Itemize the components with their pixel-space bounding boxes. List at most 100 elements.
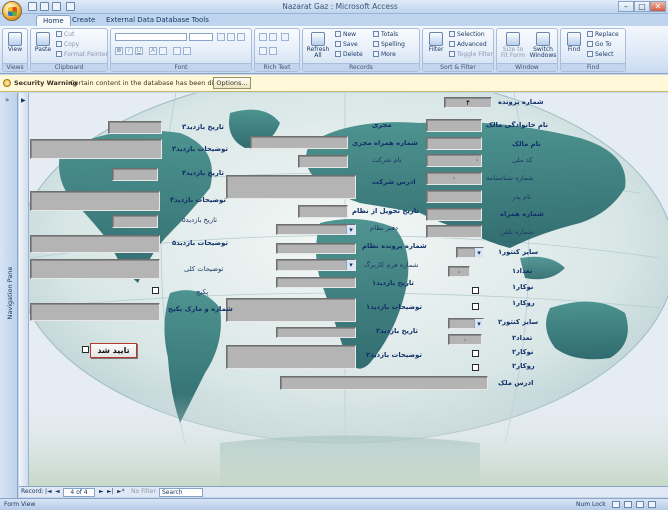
view-button[interactable]: View: [4, 32, 26, 53]
visit3-desc-field[interactable]: [30, 139, 162, 159]
rokar1-checkbox[interactable]: [472, 303, 479, 310]
visit2-date-field[interactable]: [276, 327, 356, 338]
options-button[interactable]: Options...: [213, 77, 251, 89]
more-button[interactable]: More: [373, 51, 396, 59]
maximize-button[interactable]: □: [634, 1, 650, 12]
navigation-pane[interactable]: » Navigation Pane: [0, 93, 18, 498]
executor-mobile-field[interactable]: [250, 136, 348, 149]
form-view-icon[interactable]: [612, 501, 620, 508]
company-name-field[interactable]: [298, 155, 348, 168]
kupler1-checkbox[interactable]: [472, 287, 479, 294]
ltr-icon[interactable]: [259, 47, 267, 55]
format-painter-button[interactable]: Format Painter: [56, 51, 108, 59]
refresh-all-button[interactable]: Refresh All: [305, 32, 331, 59]
spelling-button[interactable]: Spelling: [373, 41, 405, 49]
delete-record-button[interactable]: Delete: [335, 51, 363, 59]
system-file-field[interactable]: [276, 243, 356, 254]
save-icon[interactable]: [28, 2, 37, 11]
count2-field[interactable]: ۰: [448, 334, 482, 345]
case-number-field[interactable]: ۴: [444, 97, 492, 108]
kupler2-checkbox[interactable]: [472, 350, 479, 357]
font-size-box[interactable]: [189, 33, 213, 41]
bold-icon[interactable]: B: [115, 47, 123, 55]
undo-icon[interactable]: [40, 2, 49, 11]
size-to-fit-button[interactable]: Size to Fit Form: [499, 32, 527, 59]
current-record-field[interactable]: 4 of 4: [63, 488, 95, 497]
new-record-nav-button[interactable]: ►*: [117, 487, 125, 497]
visit3-date-field[interactable]: [108, 121, 162, 134]
visit5-desc-field[interactable]: [30, 235, 160, 253]
confirm-checkbox[interactable]: [82, 346, 89, 353]
count1-field[interactable]: ۰: [448, 266, 470, 277]
copy-button[interactable]: Copy: [56, 41, 79, 49]
customize-qat-icon[interactable]: [66, 2, 75, 11]
new-record-button[interactable]: New: [335, 31, 356, 39]
national-code-field[interactable]: ۰: [426, 154, 482, 167]
find-button[interactable]: Find: [563, 32, 585, 53]
goto-button[interactable]: Go To: [587, 41, 612, 49]
system-office-combo[interactable]: [276, 224, 356, 235]
selection-button[interactable]: Selection: [449, 31, 485, 39]
record-selector[interactable]: ▶: [19, 93, 29, 486]
save-record-button[interactable]: Save: [335, 41, 358, 49]
rokar2-checkbox[interactable]: [472, 364, 479, 371]
numbering-icon[interactable]: [269, 33, 277, 41]
visit1-date-field[interactable]: [276, 277, 356, 288]
design-view-icon[interactable]: [648, 501, 656, 508]
id-number-field[interactable]: ۰: [426, 172, 482, 185]
indent-icon[interactable]: [281, 33, 289, 41]
underline-icon[interactable]: U: [135, 47, 143, 55]
office-button[interactable]: [2, 1, 22, 21]
owner-name-field[interactable]: [426, 137, 482, 150]
align-left-icon[interactable]: [217, 33, 225, 41]
mobile-field[interactable]: [426, 208, 482, 221]
first-record-button[interactable]: |◄: [45, 487, 52, 497]
phone-field[interactable]: [426, 225, 482, 238]
filter-button[interactable]: Filter: [425, 32, 447, 53]
redo-icon[interactable]: [52, 2, 61, 11]
italic-icon[interactable]: I: [125, 47, 133, 55]
replace-button[interactable]: Replace: [587, 31, 619, 39]
prev-record-button[interactable]: ◄: [55, 487, 60, 497]
visit4-date-field[interactable]: [112, 168, 158, 181]
close-button[interactable]: ✕: [650, 1, 666, 12]
alternate-fill-icon[interactable]: [183, 47, 191, 55]
datasheet-view-icon[interactable]: [624, 501, 632, 508]
expand-nav-icon[interactable]: »: [5, 96, 9, 104]
next-record-button[interactable]: ►: [99, 487, 104, 497]
meter-size2-combo[interactable]: [448, 318, 484, 329]
minimize-button[interactable]: –: [618, 1, 634, 12]
delivery-date-field[interactable]: [298, 205, 348, 218]
visit4-desc-field[interactable]: [30, 191, 160, 211]
meter-size1-combo[interactable]: [456, 247, 484, 258]
tab-create[interactable]: Create: [66, 15, 101, 26]
tab-database-tools[interactable]: Database Tools: [150, 15, 215, 26]
gridlines-icon[interactable]: [173, 47, 181, 55]
align-center-icon[interactable]: [227, 33, 235, 41]
font-name-box[interactable]: [115, 33, 187, 41]
toggle-filter-button[interactable]: Toggle Filter: [449, 51, 493, 59]
father-name-field[interactable]: [426, 190, 482, 203]
confirm-button[interactable]: تایید شد: [90, 343, 137, 358]
work-order-combo[interactable]: [276, 259, 356, 271]
font-color-icon[interactable]: A: [149, 47, 157, 55]
property-address-field[interactable]: [280, 376, 488, 390]
bullets-icon[interactable]: [259, 33, 267, 41]
owner-family-field[interactable]: [426, 119, 482, 132]
fill-color-icon[interactable]: [159, 47, 167, 55]
rtl-icon[interactable]: [269, 47, 277, 55]
search-box[interactable]: Search: [159, 488, 203, 497]
visit2-desc-field[interactable]: [226, 345, 356, 369]
advanced-button[interactable]: Advanced: [449, 41, 487, 49]
general-desc-field[interactable]: [30, 259, 160, 279]
totals-button[interactable]: Totals: [373, 31, 398, 39]
company-address-field[interactable]: [226, 175, 356, 199]
switch-windows-button[interactable]: Switch Windows: [529, 32, 557, 59]
cut-button[interactable]: Cut: [56, 31, 74, 39]
visit5-date-field[interactable]: [112, 215, 158, 228]
paste-button[interactable]: Paste: [32, 32, 54, 53]
filter-status[interactable]: No Filter: [131, 487, 156, 497]
visit1-desc-field[interactable]: [226, 298, 356, 322]
package-brand-field[interactable]: [30, 303, 160, 321]
layout-view-icon[interactable]: [636, 501, 644, 508]
